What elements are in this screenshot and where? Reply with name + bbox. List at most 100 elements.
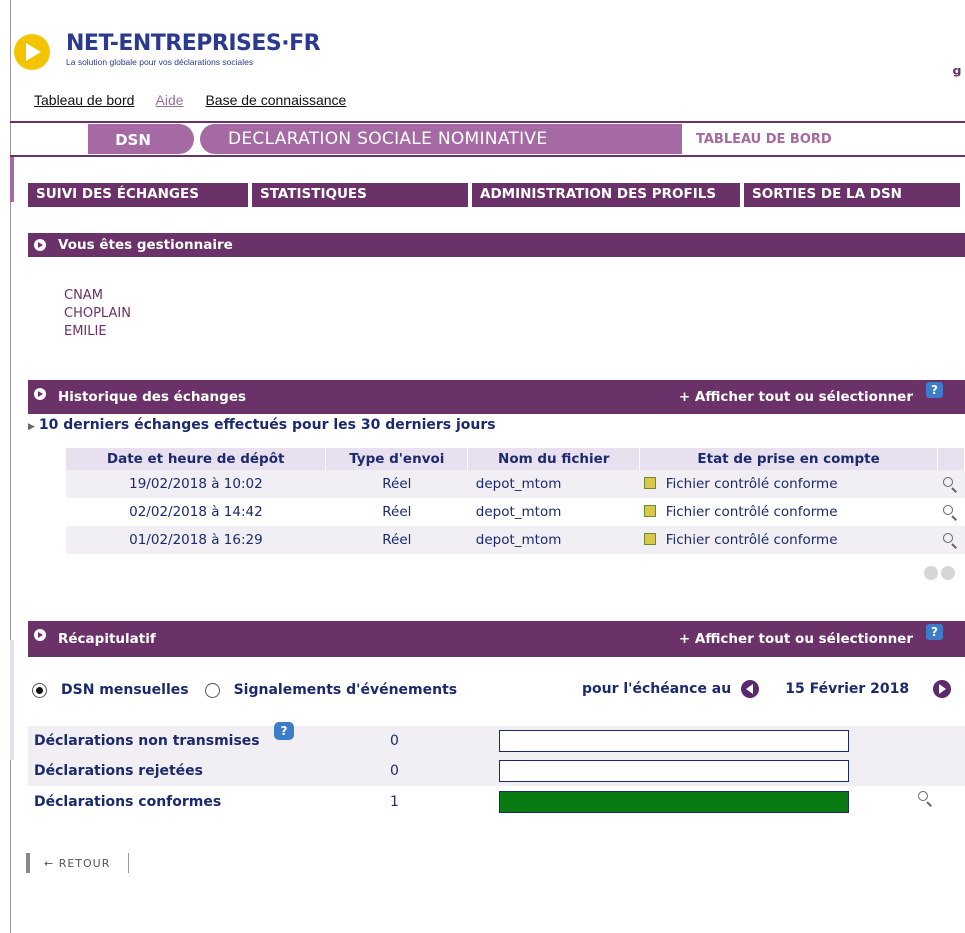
cell-etat-text: Fichier contrôlé conforme: [665, 504, 838, 520]
recap-show-all[interactable]: + Afficher tout ou sélectionner: [679, 631, 913, 647]
col-date: Date et heure de dépôt: [66, 448, 327, 470]
radio-signalements[interactable]: [204, 682, 220, 698]
declaration-pill: DECLARATION SOCIALE NOMINATIVE: [200, 124, 682, 154]
dsn-banner: DSN DECLARATION SOCIALE NOMINATIVE TABLE…: [12, 124, 965, 156]
echeance-label: pour l'échéance au: [582, 681, 732, 697]
logo-subtitle: La solution globale pour vos déclaration…: [66, 57, 254, 67]
nav-suivi-des-echanges[interactable]: SUIVI DES ÉCHANGES: [28, 183, 248, 207]
recap-header: Récapitulatif + Afficher tout ou sélecti…: [28, 621, 965, 657]
progress-fill: [500, 792, 848, 812]
gestionnaire-line: CNAM: [64, 288, 103, 303]
user-icon: ᵍ: [952, 62, 962, 86]
help-icon[interactable]: ?: [926, 624, 943, 640]
nav-sorties-de-la-dsn[interactable]: SORTIES DE LA DSN: [744, 183, 960, 207]
recap-row-count: 0: [390, 733, 399, 749]
file-ok-icon: [643, 505, 656, 517]
historique-show-all[interactable]: + Afficher tout ou sélectionner: [679, 389, 913, 405]
col-etat: Etat de prise en compte: [639, 448, 938, 470]
recap-row-count: 1: [390, 794, 399, 810]
table-row: 19/02/2018 à 10:02 Réel depot_mtom Fichi…: [66, 470, 965, 498]
help-bubble-icon[interactable]: ?: [274, 722, 294, 740]
recap-row-rejetees: Déclarations rejetées 0: [28, 756, 965, 786]
left-accent-light: [10, 640, 14, 760]
bullet-icon: [34, 239, 46, 251]
view-detail[interactable]: [937, 498, 964, 526]
col-type: Type d'envoi: [325, 448, 469, 470]
recap-row-label: Déclarations rejetées: [34, 763, 204, 779]
cell-type: Réel: [325, 470, 468, 498]
link-aide[interactable]: Aide: [156, 92, 184, 108]
cell-type: Réel: [382, 504, 412, 520]
cell-nom: depot_mtom: [467, 526, 640, 554]
nav-statistiques[interactable]: STATISTIQUES: [252, 183, 468, 207]
progress-bar: [499, 730, 849, 752]
next-page-icon[interactable]: [941, 566, 955, 580]
cell-etat: Fichier contrôlé conforme: [639, 526, 938, 554]
dsn-label: DSN: [115, 131, 151, 149]
declaration-title: DECLARATION SOCIALE NOMINATIVE: [228, 129, 548, 149]
gestionnaire-title: Vous êtes gestionnaire: [58, 237, 233, 253]
echeance-date: 15 Février 2018: [785, 681, 910, 697]
recap-title: Récapitulatif: [58, 631, 156, 647]
cell-date: 19/02/2018 à 10:02: [66, 470, 326, 498]
view-detail[interactable]: [937, 526, 965, 554]
retour-right-border: [128, 853, 130, 873]
magnifier-icon[interactable]: [943, 504, 958, 521]
echeance-selector: pour l'échéance au 15 Février 2018: [582, 680, 952, 698]
view-conformes[interactable]: [918, 790, 933, 807]
historique-subtitle-text: 10 derniers échanges effectués pour les …: [38, 417, 496, 433]
magnifier-icon[interactable]: [918, 790, 933, 807]
next-echeance-icon[interactable]: [933, 680, 952, 698]
cell-etat-text: Fichier contrôlé conforme: [665, 476, 838, 492]
left-border: [10, 0, 11, 933]
banner-top-line: [10, 121, 965, 123]
cell-etat: Fichier contrôlé conforme: [639, 470, 938, 498]
bullet-icon[interactable]: [34, 388, 46, 400]
link-base-de-connaissance[interactable]: Base de connaissance: [205, 92, 346, 108]
prev-page-icon[interactable]: [924, 566, 938, 580]
nav-administration-des-profils[interactable]: ADMINISTRATION DES PROFILS: [472, 183, 740, 207]
retour-left-border: [26, 853, 30, 873]
top-links: Tableau de bord Aide Base de connaissanc…: [34, 92, 364, 108]
cell-nom: depot_mtom: [467, 470, 640, 498]
logo-title: NET-ENTREPRISES·FR: [66, 31, 321, 56]
file-ok-icon: [643, 533, 656, 545]
link-tableau-de-bord[interactable]: Tableau de bord: [34, 92, 134, 108]
recap-row-non-transmises: Déclarations non transmises ? 0: [28, 722, 965, 756]
cell-etat: Fichier contrôlé conforme: [640, 498, 938, 526]
banner-bottom-line: [10, 155, 965, 157]
col-nom: Nom du fichier: [467, 448, 641, 470]
gestionnaire-info: CNAM CHOPLAIN EMILIE: [64, 287, 131, 341]
magnifier-icon[interactable]: [943, 476, 958, 493]
radio-dsn-mensuelles[interactable]: [32, 682, 47, 698]
retour-button[interactable]: ← RETOUR: [26, 853, 130, 873]
prev-echeance-icon[interactable]: [741, 680, 760, 698]
gestionnaire-line: CHOPLAIN: [64, 306, 131, 321]
view-detail[interactable]: [937, 470, 965, 498]
dsn-pill: DSN: [88, 124, 194, 154]
cell-date: 01/02/2018 à 16:29: [66, 526, 326, 554]
magnifier-icon[interactable]: [943, 532, 958, 549]
logo-play-icon: [14, 34, 50, 70]
pager: [924, 566, 958, 580]
radio-dsn-mensuelles-label[interactable]: DSN mensuelles: [61, 682, 189, 698]
gestionnaire-header: Vous êtes gestionnaire: [28, 233, 965, 257]
cell-nom: depot_mtom: [475, 504, 562, 520]
historique-subtitle: ▶ 10 derniers échanges effectués pour les…: [28, 417, 496, 433]
table-row: 01/02/2018 à 16:29 Réel depot_mtom Fichi…: [66, 526, 965, 554]
tab-tableau-de-bord[interactable]: TABLEAU DE BORD: [682, 127, 965, 154]
help-icon[interactable]: ?: [926, 382, 943, 398]
cell-etat-text: Fichier contrôlé conforme: [665, 532, 838, 548]
cell-date: 02/02/2018 à 14:42: [129, 504, 263, 520]
retour-label[interactable]: ← RETOUR: [44, 857, 110, 870]
arrow-icon: ▶: [28, 422, 35, 432]
table-row: 02/02/2018 à 14:42 Réel depot_mtom Fichi…: [66, 498, 965, 526]
bullet-icon[interactable]: [34, 629, 46, 641]
historique-title: Historique des échanges: [58, 389, 247, 405]
main-nav: SUIVI DES ÉCHANGES STATISTIQUES ADMINIST…: [28, 183, 960, 207]
col-action: [937, 448, 965, 470]
gestionnaire-line: EMILIE: [64, 324, 107, 339]
recap-type-selector: DSN mensuelles Signalements d'événements: [32, 682, 457, 698]
progress-bar: [499, 760, 849, 782]
radio-signalements-label[interactable]: Signalements d'événements: [234, 682, 458, 698]
